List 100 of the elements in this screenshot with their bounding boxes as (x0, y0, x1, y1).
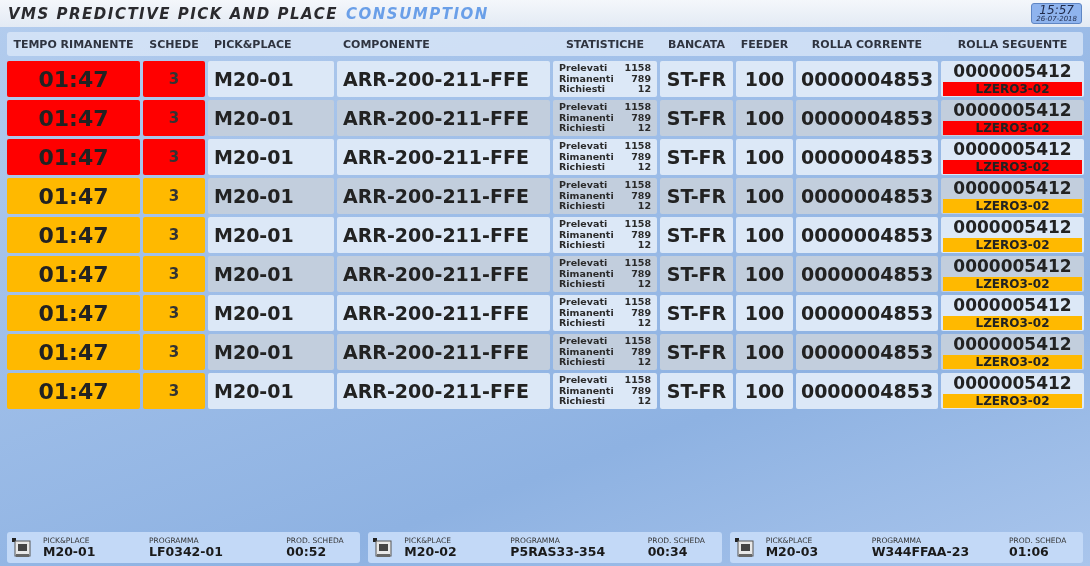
next-reel-number: 0000005412 (952, 217, 1073, 238)
stat-value: 789 (631, 385, 651, 397)
table-cell: ARR-200-211-FFE (337, 295, 550, 331)
table-cell: M20-01 (208, 139, 334, 175)
table-cell: ARR-200-211-FFE (337, 139, 550, 175)
table-cell: 0000004853 (796, 373, 938, 409)
boards-count: 3 (143, 100, 205, 136)
table-cell: M20-01 (208, 295, 334, 331)
field-value: LF0342-01 (149, 546, 224, 559)
table-cell: ST-FR (660, 61, 733, 97)
table-cell: 0000004853 (796, 61, 938, 97)
remaining-time: 01:47 (7, 61, 140, 97)
table-cell: ST-FR (660, 178, 733, 214)
reel-location: LZERO3-02 (943, 277, 1082, 291)
stat-label: Richiesti (559, 162, 606, 173)
reel-location: LZERO3-02 (943, 355, 1082, 369)
column-header: TEMPO RIMANENTE (12, 37, 135, 51)
stat-label: Prelevati (559, 102, 608, 113)
table-cell: M20-01 (208, 217, 334, 253)
reel-location: LZERO3-02 (943, 82, 1082, 96)
stat-label: Prelevati (559, 141, 608, 152)
remaining-time: 01:47 (7, 334, 140, 370)
stat-value: 789 (631, 307, 651, 319)
stat-value: 12 (637, 84, 651, 95)
stat-label: Richiesti (559, 201, 606, 212)
table-cell: 0000004853 (796, 178, 938, 214)
table-cell: ST-FR (660, 295, 733, 331)
stat-label: Richiesti (559, 357, 606, 368)
table-cell: M20-01 (208, 100, 334, 136)
table-cell: 100 (736, 178, 793, 214)
clock-time: 15:57 (1039, 4, 1074, 16)
machine-icon (11, 536, 33, 559)
stat-label: Richiesti (559, 318, 606, 329)
next-reel-number: 0000005412 (952, 256, 1073, 277)
stat-value: 789 (631, 190, 651, 202)
boards-count: 3 (143, 256, 205, 292)
table-cell: 100 (736, 217, 793, 253)
boards-count: 3 (143, 334, 205, 370)
stat-value: 12 (637, 162, 651, 173)
reel-location: LZERO3-02 (943, 316, 1082, 330)
stat-value: 789 (631, 151, 651, 163)
stat-value: 789 (631, 112, 651, 124)
stat-value: 1158 (624, 258, 651, 269)
stat-label: Prelevati (559, 336, 608, 347)
stat-value: 12 (637, 123, 651, 134)
next-reel-number: 0000005412 (952, 373, 1073, 394)
stat-label: Rimanenti (559, 385, 614, 397)
stat-value: 1158 (624, 336, 651, 347)
table-cell: 0000004853 (796, 334, 938, 370)
column-header: FEEDER (739, 37, 790, 51)
boards-count: 3 (143, 178, 205, 214)
stat-value: 1158 (624, 297, 651, 308)
table-cell: 0000004853 (796, 295, 938, 331)
table-cell: ST-FR (660, 217, 733, 253)
stat-label: Richiesti (559, 279, 606, 290)
remaining-time: 01:47 (7, 256, 140, 292)
table-cell: M20-01 (208, 61, 334, 97)
stat-label: Richiesti (559, 240, 606, 251)
remaining-time: 01:47 (7, 217, 140, 253)
stat-label: Prelevati (559, 297, 608, 308)
stat-label: Rimanenti (559, 151, 614, 163)
table-cell: ST-FR (660, 139, 733, 175)
stat-label: Richiesti (559, 396, 606, 407)
field-value: 00:52 (286, 546, 328, 559)
table-cell: M20-01 (208, 178, 334, 214)
stat-label: Rimanenti (559, 268, 614, 280)
table-cell: 100 (736, 256, 793, 292)
stat-label: Rimanenti (559, 346, 614, 358)
boards-count: 3 (143, 373, 205, 409)
stat-value: 12 (637, 357, 651, 368)
boards-count: 3 (143, 139, 205, 175)
table-cell: 100 (736, 61, 793, 97)
stat-value: 789 (631, 229, 651, 241)
table-cell: 100 (736, 139, 793, 175)
reel-location: LZERO3-02 (943, 394, 1082, 408)
stat-label: Prelevati (559, 375, 608, 386)
field-value: M20-03 (765, 546, 820, 559)
stat-value: 12 (637, 240, 651, 251)
stat-value: 789 (631, 346, 651, 358)
stat-label: Rimanenti (559, 190, 614, 202)
stat-label: Prelevati (559, 219, 608, 230)
remaining-time: 01:47 (7, 373, 140, 409)
next-reel-number: 0000005412 (952, 61, 1073, 82)
boards-count: 3 (143, 61, 205, 97)
machine-icon (372, 536, 395, 559)
stat-value: 1158 (624, 102, 651, 113)
table-cell: 100 (736, 295, 793, 331)
column-header: ROLLA SEGUENTE (956, 37, 1069, 51)
stat-label: Rimanenti (559, 307, 614, 319)
table-cell: M20-01 (208, 373, 334, 409)
table-cell: ARR-200-211-FFE (337, 178, 550, 214)
app-title: VMS PREDICTIVE PICK AND PLACE (8, 4, 338, 23)
stat-value: 1158 (624, 375, 651, 386)
column-header: ROLLA CORRENTE (810, 37, 924, 51)
table-cell: ARR-200-211-FFE (337, 373, 550, 409)
table-cell: M20-01 (208, 256, 334, 292)
table-cell: 0000004853 (796, 139, 938, 175)
table-cell: 100 (736, 334, 793, 370)
reel-location: LZERO3-02 (943, 238, 1082, 252)
stat-value: 789 (631, 268, 651, 280)
